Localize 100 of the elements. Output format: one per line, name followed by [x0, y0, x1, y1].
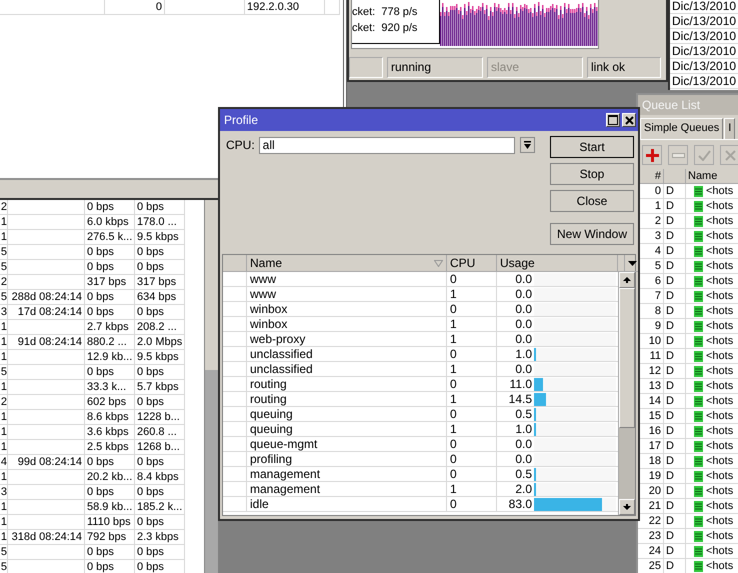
window-button[interactable]: Close: [550, 190, 634, 212]
window-button[interactable]: New Window: [550, 223, 634, 245]
queue-icon: [694, 560, 703, 572]
maximize-icon: [608, 115, 618, 125]
table-cell: <hots: [706, 439, 734, 453]
table-cell: <hots: [706, 454, 734, 468]
table-cell: <hots: [706, 289, 734, 303]
plus-icon: [646, 148, 658, 162]
remove-button[interactable]: [668, 145, 688, 165]
table-cell: 0: [447, 497, 497, 512]
table-cell: [223, 362, 247, 377]
table-cell: <hots: [706, 514, 734, 528]
dropdown-arrow-icon: [524, 141, 531, 149]
caret-icon: [628, 260, 637, 266]
up-arrow-icon: [623, 277, 632, 283]
table-cell: 0: [447, 347, 497, 362]
table-cell: 5: [0, 560, 8, 573]
table-cell-text: 0.0: [514, 287, 532, 301]
window-button[interactable]: Start: [550, 136, 634, 158]
table-cell-text: 0.0: [514, 437, 532, 451]
scroll-down-button[interactable]: [619, 499, 635, 515]
table-cell: [223, 482, 247, 497]
table-cell: <hots: [706, 199, 734, 213]
dropdown-button[interactable]: [520, 137, 535, 153]
table-cell: [223, 317, 247, 332]
table-cell: 25: [638, 559, 664, 573]
table-cell: <hots: [706, 379, 734, 393]
table-cell-text: 0.0: [514, 272, 532, 286]
queue-icon: [694, 246, 703, 256]
close-button[interactable]: [622, 113, 636, 127]
table-cell: profiling: [247, 452, 447, 467]
check-icon: [698, 150, 710, 160]
queue-icon: [694, 320, 703, 332]
cpu-select[interactable]: all: [258, 136, 515, 154]
table-cell: 1: [447, 392, 497, 407]
table-cell: Dic/13/2010: [670, 74, 738, 89]
queue-icon: [694, 500, 703, 512]
tab[interactable]: I: [724, 118, 736, 139]
tab[interactable]: Simple Queues: [640, 118, 724, 139]
table-cell: <hots: [706, 184, 734, 198]
table-cell: winbox: [247, 317, 447, 332]
table-cell: <hots: [706, 259, 734, 273]
table-cell-text: 14.5: [508, 392, 532, 406]
table-cell: <hots: [706, 544, 734, 558]
table-cell: 0: [447, 377, 497, 392]
maximize-button[interactable]: [606, 113, 620, 127]
table-cell: 0: [447, 452, 497, 467]
table-cell-text: 0.0: [514, 452, 532, 466]
table-cell: <hots: [706, 394, 734, 408]
tooltip-text: cket: 920 p/s: [352, 21, 418, 36]
status-field: link ok: [587, 57, 661, 78]
scrollbar[interactable]: [204, 200, 218, 573]
queue-icon: [694, 486, 703, 496]
table-cell: 1: [447, 422, 497, 437]
table-cell: [223, 437, 247, 452]
queue-icon: [694, 456, 703, 466]
scrollbar[interactable]: [619, 288, 635, 499]
column-header[interactable]: Name: [247, 255, 447, 272]
queue-icon: [694, 440, 703, 452]
queue-icon: [694, 306, 703, 316]
table-cell-text: 1.0: [514, 347, 532, 361]
scroll-up-button[interactable]: [619, 272, 635, 288]
table-cell: idle: [247, 497, 447, 512]
window-title: Queue List: [638, 95, 738, 115]
table-cell: web-proxy: [247, 332, 447, 347]
table-cell: [223, 452, 247, 467]
column-header[interactable]: Usage: [497, 255, 618, 272]
table-cell: <hots: [706, 499, 734, 513]
column-header[interactable]: CPU: [447, 255, 497, 272]
table-cell: [223, 332, 247, 347]
queue-icon: [694, 276, 703, 286]
queue-icon: [694, 260, 703, 272]
table-cell: [223, 392, 247, 407]
queue-icon: [694, 426, 703, 436]
table-cell: <hots: [706, 274, 734, 288]
add-button[interactable]: [642, 145, 662, 165]
queue-icon: [694, 200, 703, 212]
table-cell: <hots: [706, 214, 734, 228]
window-title: Profile: [224, 113, 258, 127]
table-cell: 1: [447, 317, 497, 332]
queue-icon: [694, 336, 703, 346]
table-cell: <hots: [706, 424, 734, 438]
table-cell: 0 bps: [85, 560, 135, 573]
cross-icon: [724, 150, 736, 160]
table-cell: www: [247, 287, 447, 302]
table-cell: <hots: [706, 409, 734, 423]
table-cell: 0 bps: [135, 560, 185, 573]
table-cell: www: [247, 272, 447, 287]
table-cell: <hots: [706, 319, 734, 333]
table-cell: queuing: [247, 407, 447, 422]
table-cell-text: 0.0: [514, 362, 532, 376]
table-cell-text: 0.5: [514, 467, 532, 481]
scrollbar-thumb[interactable]: [205, 200, 218, 370]
table-cell: [223, 422, 247, 437]
table-cell: management: [247, 482, 447, 497]
tooltip-text: cket: 778 p/s: [352, 5, 418, 20]
cpu-label: CPU:: [226, 138, 255, 152]
window-button[interactable]: Stop: [550, 163, 634, 185]
table-cell: <hots: [706, 349, 734, 363]
table-cell: routing: [247, 392, 447, 407]
